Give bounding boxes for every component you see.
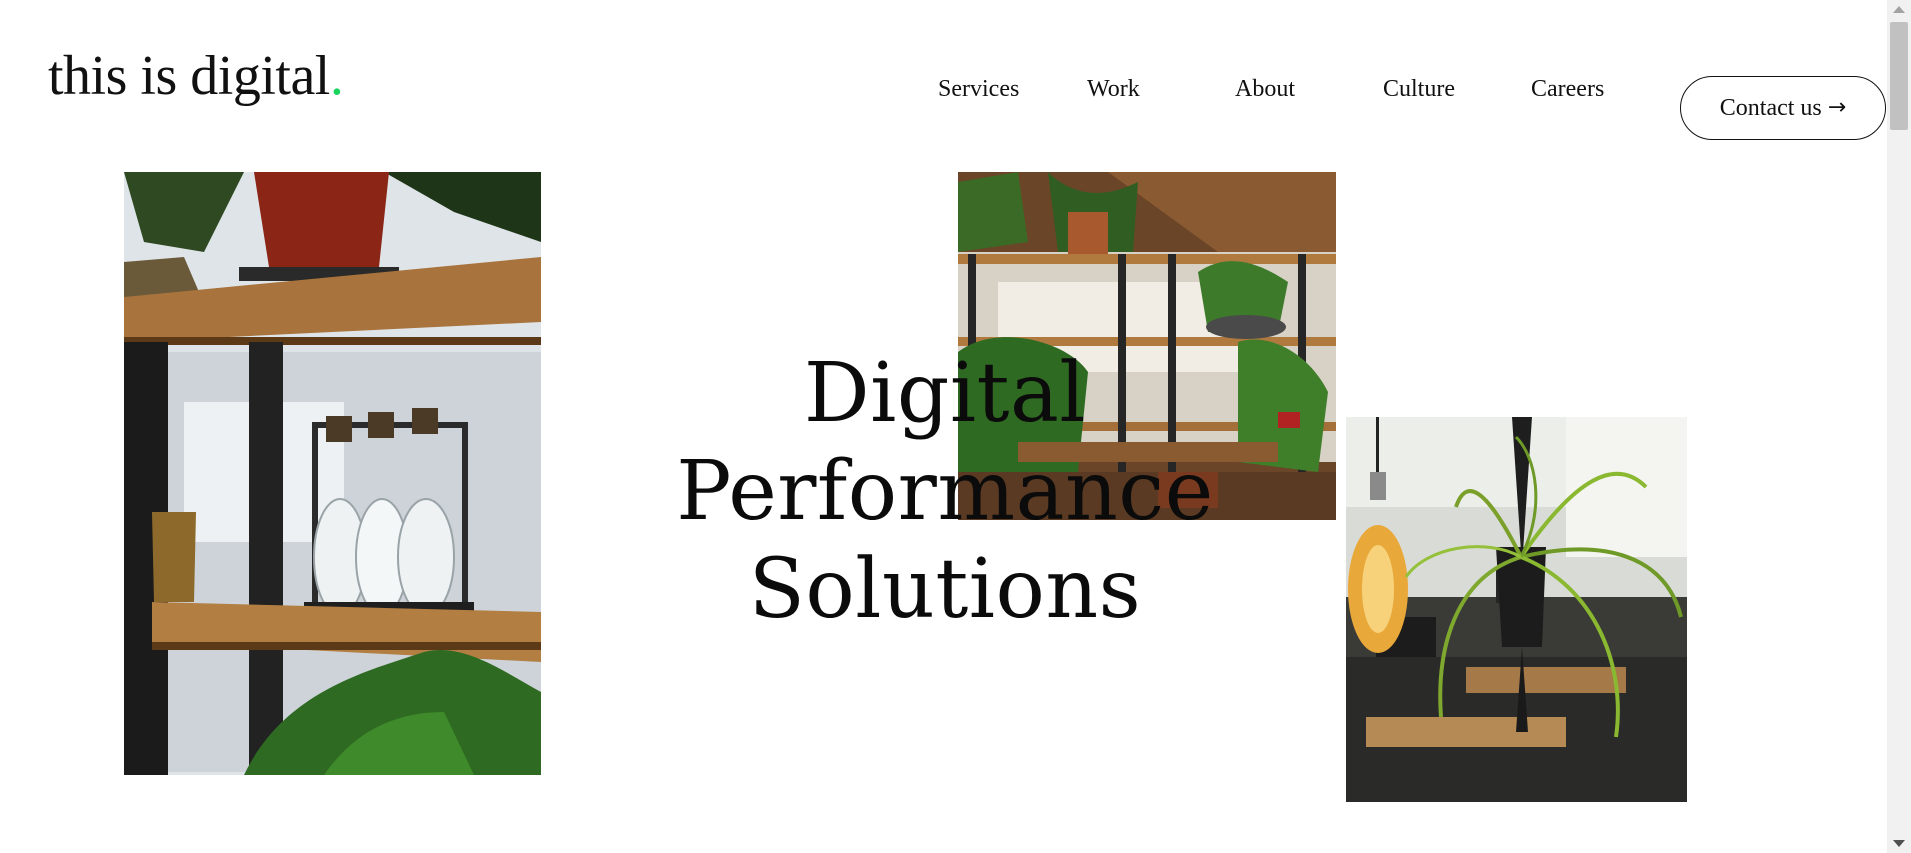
contact-us-button[interactable]: Contact us → <box>1680 76 1886 140</box>
arrow-right-icon: → <box>1827 95 1847 120</box>
nav-item-work[interactable]: Work <box>1087 76 1140 103</box>
nav-item-culture[interactable]: Culture <box>1383 76 1455 103</box>
hero-line-1: Digital Performance <box>676 346 1214 539</box>
scrollbar-thumb[interactable] <box>1890 22 1908 130</box>
scroll-down-icon[interactable] <box>1893 840 1905 847</box>
main-nav: Services Work About Culture Careers <box>0 76 1911 106</box>
hero-line-2: Solutions <box>748 542 1142 637</box>
nav-item-about[interactable]: About <box>1235 76 1295 103</box>
shelf-with-glass-bottles-photo <box>124 172 541 775</box>
nav-item-careers[interactable]: Careers <box>1531 76 1604 103</box>
nav-item-services[interactable]: Services <box>938 76 1019 103</box>
scroll-up-icon[interactable] <box>1893 6 1905 13</box>
contact-label: Contact us <box>1719 94 1822 121</box>
hanging-plant-and-bulb-photo <box>1346 417 1687 802</box>
hero-headline: Digital Performance Solutions <box>540 345 1350 639</box>
vertical-scrollbar[interactable] <box>1887 0 1911 853</box>
